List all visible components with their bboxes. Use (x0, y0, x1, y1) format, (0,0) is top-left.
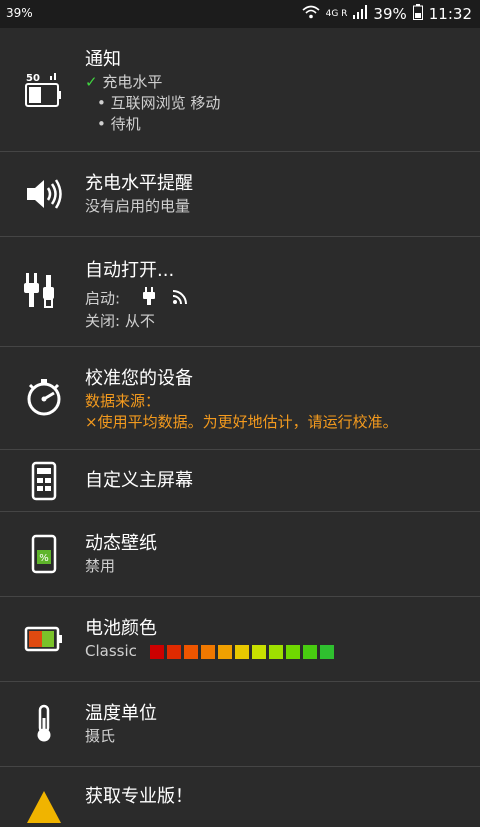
color-swatch (268, 644, 283, 659)
thermometer-icon (24, 704, 64, 744)
row-title: 校准您的设备 (85, 368, 193, 389)
row-title: 自定义主屏幕 (85, 470, 193, 491)
color-swatch (302, 644, 317, 659)
row-subtitle: 没有启用的电量 (85, 197, 191, 215)
status-time: 11:32 (428, 5, 472, 23)
status-battery-left: 39% (6, 6, 33, 20)
row-calibrate[interactable]: 校准您的设备 数据来源： ×使用平均数据。为更好地估计，请运行校准。 (0, 347, 480, 450)
row-auto-open[interactable]: 自动打开... 启动: 关闭: 从不 (0, 237, 480, 347)
row-title: 获取专业版！ (85, 786, 193, 807)
row-live-wallpaper[interactable]: % 动态壁纸 禁用 (0, 512, 480, 597)
row-title: 温度单位 (85, 703, 157, 724)
row-get-pro[interactable]: 获取专业版！ (0, 767, 480, 827)
notification-battery-icon: 50 (24, 70, 64, 110)
row-temperature-unit[interactable]: 温度单位 摄氏 (0, 682, 480, 767)
battery-icon (412, 4, 423, 24)
wallpaper-phone-icon: % (24, 534, 64, 574)
plug-icon (24, 271, 64, 311)
color-swatch (217, 644, 232, 659)
notification-line3: • 待机 (97, 115, 141, 133)
settings-list: 50 通知 ✓ 充电水平 • 互联网浏览 移动 • 待机 充电水平提醒 没有启用… (0, 28, 480, 827)
status-battery-percent: 39% (373, 5, 407, 23)
row-subtitle: 摄氏 (85, 727, 116, 745)
row-notification[interactable]: 50 通知 ✓ 充电水平 • 互联网浏览 移动 • 待机 (0, 28, 480, 152)
stopwatch-icon (24, 377, 64, 417)
color-swatch (183, 644, 198, 659)
auto-start-label: 启动: (85, 289, 121, 308)
wifi-icon (302, 5, 320, 23)
row-customize-home[interactable]: 自定义主屏幕 (0, 450, 480, 512)
data-source-text: ×使用平均数据。为更好地估计，请运行校准。 (85, 413, 398, 431)
row-charge-alert[interactable]: 充电水平提醒 没有启用的电量 (0, 152, 480, 237)
color-swatch (285, 644, 300, 659)
row-title: 通知 (85, 49, 121, 70)
color-swatch (251, 644, 266, 659)
auto-close-label: 关闭: 从不 (85, 312, 155, 330)
network-type: 4G R (325, 9, 348, 19)
signal-icon (353, 5, 368, 23)
status-bar: 39% 4G R 39% 11:32 (0, 0, 480, 28)
battery-color-icon (24, 619, 64, 659)
color-swatch (319, 644, 334, 659)
status-right: 4G R 39% 11:32 (302, 4, 472, 24)
row-title: 电池颜色 (85, 618, 157, 639)
speaker-icon (24, 174, 64, 214)
row-subtitle: 禁用 (85, 557, 116, 575)
phone-icon (24, 461, 64, 501)
notification-line1: 充电水平 (102, 73, 163, 91)
color-swatch (149, 644, 164, 659)
notification-line2: • 互联网浏览 移动 (97, 94, 221, 112)
color-swatches (149, 644, 334, 659)
warning-icon (24, 787, 64, 827)
color-swatch (166, 644, 181, 659)
wireless-charging-icon (172, 287, 190, 311)
data-source-label: 数据来源： (85, 392, 161, 410)
row-title: 自动打开... (85, 260, 175, 281)
color-swatch (200, 644, 215, 659)
svg-text:%: % (39, 553, 49, 564)
row-title: 动态壁纸 (85, 533, 157, 554)
notification-icon-label: 50 (26, 73, 40, 84)
check-icon: ✓ (85, 73, 98, 91)
row-battery-color[interactable]: 电池颜色 Classic (0, 597, 480, 682)
battery-color-scheme: Classic (85, 642, 137, 660)
color-swatch (234, 644, 249, 659)
row-title: 充电水平提醒 (85, 173, 193, 194)
plug-small-icon (142, 287, 155, 311)
